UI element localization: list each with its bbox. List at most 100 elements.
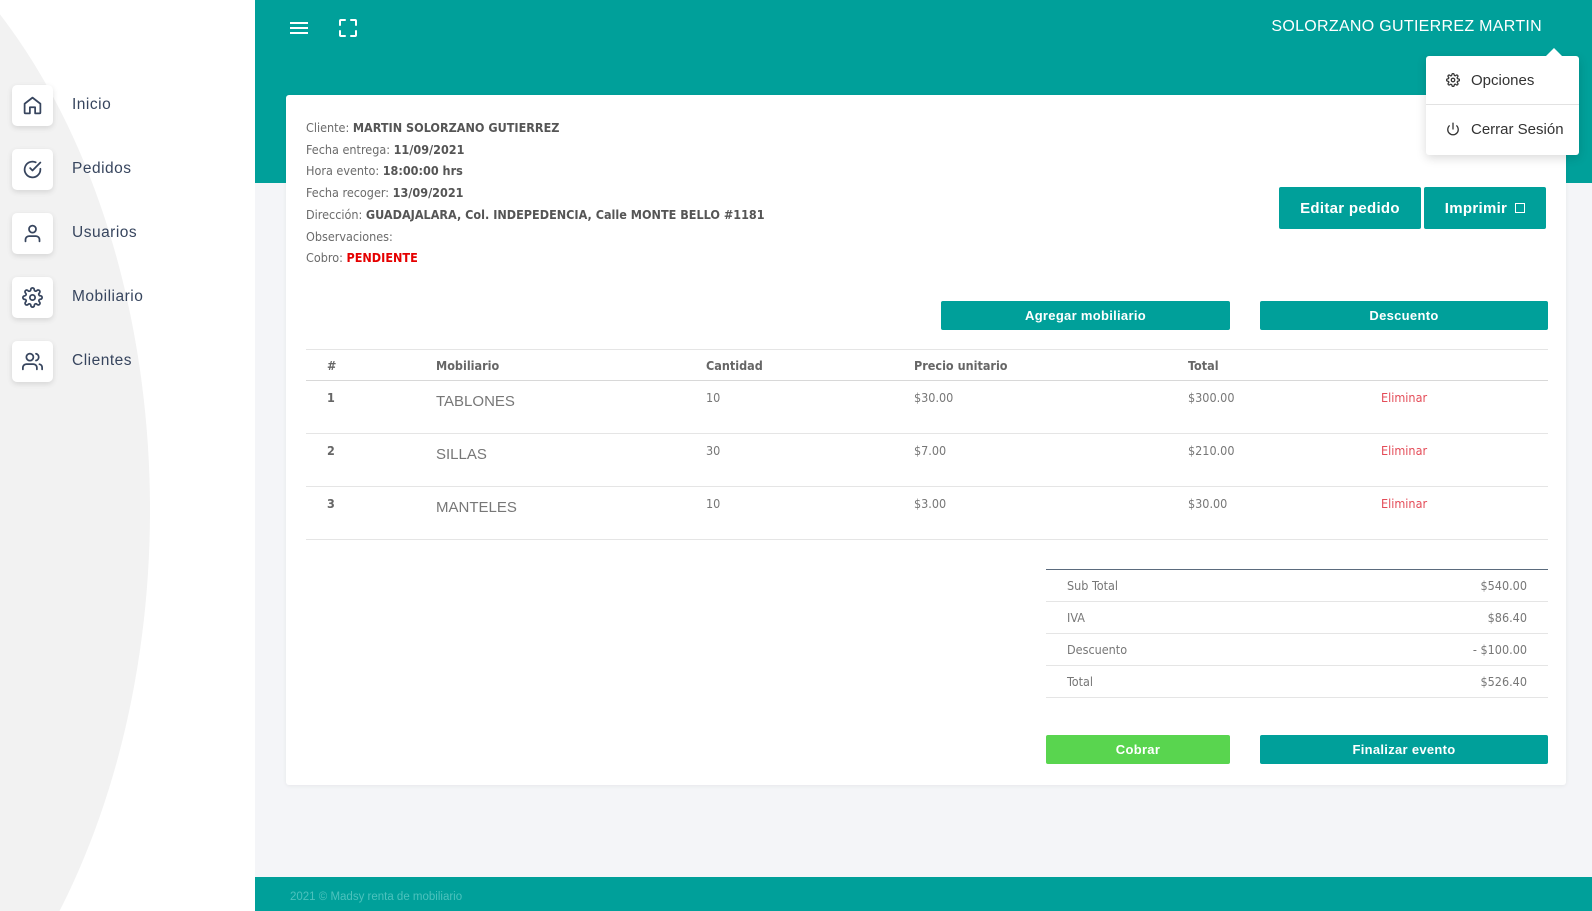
row-total: $30.00 <box>1188 496 1228 511</box>
order-info: Cliente: MARTIN SOLORZANO GUTIERREZ Fech… <box>306 117 765 269</box>
sidebar-item-clientes[interactable]: Clientes <box>12 329 242 393</box>
row-unit-price: $3.00 <box>914 496 947 511</box>
fullscreen-icon[interactable] <box>338 18 358 38</box>
gear-icon <box>1446 73 1460 87</box>
edit-order-button[interactable]: Editar pedido <box>1279 187 1421 229</box>
dropdown-item-label: Cerrar Sesión <box>1471 120 1564 138</box>
column-header-furniture: Mobiliario <box>436 357 500 373</box>
table-header: # Mobiliario Cantidad Precio unitario To… <box>306 349 1548 381</box>
delete-row-link[interactable]: Eliminar <box>1381 443 1427 458</box>
payment-label: Cobro: <box>306 250 343 266</box>
dropdown-item-label: Opciones <box>1471 71 1535 89</box>
finish-event-button[interactable]: Finalizar evento <box>1260 735 1548 764</box>
furniture-table: # Mobiliario Cantidad Precio unitario To… <box>306 349 1548 540</box>
order-detail-card: Cliente: MARTIN SOLORZANO GUTIERREZ Fech… <box>286 95 1566 785</box>
table-row: 3 MANTELES 10 $3.00 $30.00 Eliminar <box>306 487 1548 540</box>
sidebar-item-label: Mobiliario <box>72 288 144 305</box>
notes-label: Observaciones: <box>306 228 393 244</box>
footer-copyright: 2021 © Madsy renta de mobiliario <box>290 891 463 903</box>
print-button[interactable]: Imprimir <box>1424 187 1546 229</box>
row-quantity: 30 <box>706 443 721 458</box>
sidebar-item-usuarios[interactable]: Usuarios <box>12 201 242 265</box>
sidebar-item-label: Pedidos <box>72 160 132 177</box>
discount-value: - $100.00 <box>1472 642 1527 657</box>
row-furniture: SILLAS <box>436 446 487 463</box>
row-unit-price: $30.00 <box>914 390 954 405</box>
users-icon <box>12 340 53 382</box>
order-client-line: Cliente: MARTIN SOLORZANO GUTIERREZ <box>306 117 765 139</box>
row-number: 3 <box>327 496 335 511</box>
gear-icon <box>12 276 53 318</box>
order-pickup-line: Fecha recoger: 13/09/2021 <box>306 182 765 204</box>
column-header-unit-price: Precio unitario <box>914 357 1008 373</box>
sidebar-item-label: Inicio <box>72 96 112 113</box>
user-icon <box>12 212 53 254</box>
row-total: $210.00 <box>1188 443 1235 458</box>
sidebar-item-label: Usuarios <box>72 224 138 241</box>
print-icon <box>1515 203 1526 213</box>
row-quantity: 10 <box>706 496 721 511</box>
order-notes-line: Observaciones: <box>306 226 765 248</box>
user-dropdown-menu: Opciones Cerrar Sesión <box>1426 48 1579 155</box>
sidebar-nav: Inicio Pedidos Usuarios Mobiliario Clien… <box>12 73 242 393</box>
charge-button[interactable]: Cobrar <box>1046 735 1230 764</box>
discount-label: Descuento <box>1067 642 1128 657</box>
event-time-label: Hora evento: <box>306 163 380 179</box>
row-number: 1 <box>327 390 335 405</box>
order-event-time-line: Hora evento: 18:00:00 hrs <box>306 160 765 182</box>
address-label: Dirección: <box>306 206 363 222</box>
dropdown-item-logout[interactable]: Cerrar Sesión <box>1426 105 1579 153</box>
row-quantity: 10 <box>706 390 721 405</box>
total-row: Total $526.40 <box>1046 666 1548 698</box>
row-furniture: MANTELES <box>436 499 517 516</box>
subtotal-label: Sub Total <box>1067 578 1119 593</box>
sidebar-item-pedidos[interactable]: Pedidos <box>12 137 242 201</box>
dropdown-item-options[interactable]: Opciones <box>1426 56 1579 104</box>
event-time-value: 18:00:00 hrs <box>382 163 463 179</box>
tax-value: $86.40 <box>1487 610 1527 625</box>
row-furniture: TABLONES <box>436 393 515 410</box>
subtotal-row: Sub Total $540.00 <box>1046 570 1548 602</box>
hamburger-icon[interactable] <box>288 18 310 38</box>
payment-status-badge: PENDIENTE <box>346 250 418 266</box>
total-value: $526.40 <box>1480 674 1528 689</box>
delivery-label: Fecha entrega: <box>306 141 391 157</box>
row-unit-price: $7.00 <box>914 443 947 458</box>
order-address-line: Dirección: GUADAJALARA, Col. INDEPEDENCI… <box>306 204 765 226</box>
home-icon <box>12 84 53 126</box>
tax-row: IVA $86.40 <box>1046 602 1548 634</box>
pickup-value: 13/09/2021 <box>392 185 464 201</box>
discount-button[interactable]: Descuento <box>1260 301 1548 330</box>
sidebar-item-label: Clientes <box>72 352 132 369</box>
client-value: MARTIN SOLORZANO GUTIERREZ <box>352 120 560 135</box>
address-value: GUADAJALARA, Col. INDEPEDENCIA, Calle MO… <box>365 206 765 222</box>
discount-row: Descuento - $100.00 <box>1046 634 1548 666</box>
delete-row-link[interactable]: Eliminar <box>1381 496 1427 511</box>
order-payment-line: Cobro: PENDIENTE <box>306 247 765 269</box>
sidebar-item-inicio[interactable]: Inicio <box>12 73 242 137</box>
pickup-label: Fecha recoger: <box>306 185 390 201</box>
order-delivery-line: Fecha entrega: 11/09/2021 <box>306 139 765 161</box>
table-row: 1 TABLONES 10 $30.00 $300.00 Eliminar <box>306 381 1548 434</box>
subtotal-value: $540.00 <box>1480 578 1528 593</box>
user-menu-toggle[interactable]: SOLORZANO GUTIERREZ MARTIN <box>1271 18 1542 36</box>
power-icon <box>1447 122 1459 136</box>
row-number: 2 <box>327 443 335 458</box>
column-header-quantity: Cantidad <box>706 357 763 373</box>
total-label: Total <box>1067 674 1094 689</box>
delivery-value: 11/09/2021 <box>393 141 465 157</box>
footer: 2021 © Madsy renta de mobiliario <box>255 877 1592 911</box>
check-circle-icon <box>12 148 53 190</box>
table-row: 2 SILLAS 30 $7.00 $210.00 Eliminar <box>306 434 1548 487</box>
client-label: Cliente: <box>306 120 350 135</box>
sidebar-item-mobiliario[interactable]: Mobiliario <box>12 265 242 329</box>
add-furniture-button[interactable]: Agregar mobiliario <box>941 301 1230 330</box>
sidebar: Inicio Pedidos Usuarios Mobiliario Clien… <box>0 0 255 911</box>
column-header-number: # <box>327 357 337 373</box>
tax-label: IVA <box>1067 610 1085 625</box>
row-total: $300.00 <box>1188 390 1235 405</box>
delete-row-link[interactable]: Eliminar <box>1381 390 1427 405</box>
print-button-label: Imprimir <box>1444 199 1508 217</box>
totals-summary: Sub Total $540.00 IVA $86.40 Descuento - $1… <box>1046 569 1548 698</box>
column-header-total: Total <box>1188 357 1219 373</box>
